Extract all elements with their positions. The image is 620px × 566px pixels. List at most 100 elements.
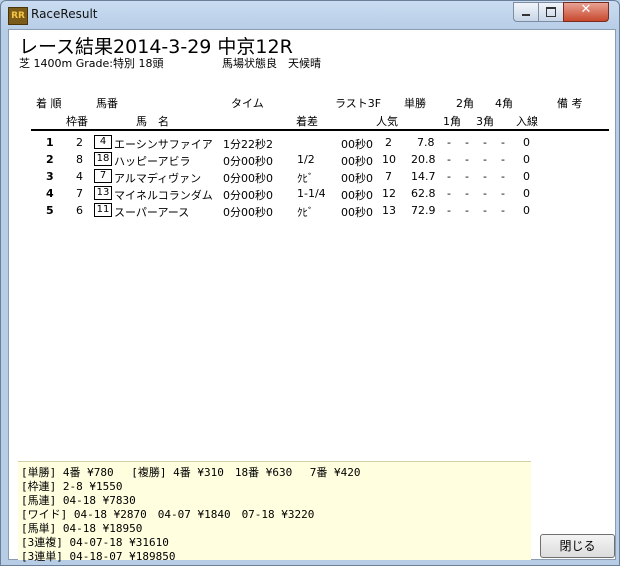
minimize-button[interactable] xyxy=(513,2,539,22)
corner-3: - xyxy=(483,136,487,149)
place: 5 xyxy=(46,204,54,217)
corner-4: - xyxy=(501,153,505,166)
minimize-icon xyxy=(522,14,530,16)
corner-1: - xyxy=(447,170,451,183)
popularity: 2 xyxy=(385,136,392,149)
horse-number-box: 4 xyxy=(94,135,112,149)
margin: ｸﾋﾞ xyxy=(297,172,314,185)
corner-3: - xyxy=(483,153,487,166)
horse-name: ハッピーアビラ xyxy=(114,155,191,168)
header-corner4: 4角 xyxy=(495,97,513,110)
header-win: 単勝 xyxy=(404,97,426,110)
margin: ｸﾋﾞ xyxy=(297,206,314,219)
finish-time: 0分00秒0 xyxy=(223,189,273,202)
horse-number-box: 18 xyxy=(94,152,112,166)
finish-position: 0 xyxy=(523,153,530,166)
header-finish: 入線 xyxy=(516,115,538,128)
popularity: 10 xyxy=(382,153,396,166)
header-margin: 着差 xyxy=(296,115,318,128)
header-corner1: 1角 xyxy=(443,115,461,128)
win-odds: 14.7 xyxy=(411,170,436,183)
race-conditions: 馬場状態良 天候晴 xyxy=(222,57,321,70)
corner-3: - xyxy=(483,204,487,217)
corner-1: - xyxy=(447,153,451,166)
header-popularity: 人気 xyxy=(376,115,398,128)
horse-name: スーパーアース xyxy=(114,206,190,219)
corner-2: - xyxy=(465,187,469,200)
horse-name: マイネルコランダム xyxy=(114,189,213,202)
result-row[interactable]: 2 8 18 ハッピーアビラ 0分00秒0 1/2 00秒0 10 20.8 -… xyxy=(9,151,615,168)
race-result-window: RR RaceResult ✕ レース結果2014-3-29 中京12R 芝 1… xyxy=(0,0,620,566)
header-divider xyxy=(31,129,609,131)
frame-number: 4 xyxy=(76,170,83,183)
payout-trifecta: [3連単] 04-18-07 ¥189850 xyxy=(21,550,176,563)
result-row[interactable]: 5 6 11 スーパーアース 0分00秒0 ｸﾋﾞ 00秒0 13 72.9 -… xyxy=(9,202,615,219)
horse-name: アルマディヴァン xyxy=(114,172,202,185)
win-odds: 7.8 xyxy=(417,136,435,149)
horse-number-box: 7 xyxy=(94,169,112,183)
corner-2: - xyxy=(465,153,469,166)
corner-1: - xyxy=(447,204,451,217)
title-bar[interactable]: RR RaceResult ✕ xyxy=(1,1,619,29)
corner-3: - xyxy=(483,170,487,183)
close-icon: ✕ xyxy=(580,2,592,17)
corner-1: - xyxy=(447,136,451,149)
corner-4: - xyxy=(501,136,505,149)
frame-number: 7 xyxy=(76,187,83,200)
finish-time: 0分00秒0 xyxy=(223,206,273,219)
frame-number: 8 xyxy=(76,153,83,166)
header-frame: 枠番 xyxy=(66,115,88,128)
maximize-button[interactable] xyxy=(538,2,564,22)
place: 1 xyxy=(46,136,54,149)
win-odds: 62.8 xyxy=(411,187,436,200)
maximize-icon xyxy=(546,7,556,17)
header-horse-name: 馬 名 xyxy=(136,115,169,128)
popularity: 13 xyxy=(382,204,396,217)
close-button[interactable]: 閉じる xyxy=(540,534,615,558)
popularity: 7 xyxy=(385,170,392,183)
corner-4: - xyxy=(501,187,505,200)
header-time: タイム xyxy=(231,97,264,110)
header-remarks: 備 考 xyxy=(557,97,583,110)
header-place: 着 順 xyxy=(36,97,62,110)
finish-position: 0 xyxy=(523,204,530,217)
frame-number: 2 xyxy=(76,136,83,149)
header-corner2: 2角 xyxy=(456,97,474,110)
place: 4 xyxy=(46,187,54,200)
app-icon: RR xyxy=(8,7,28,25)
finish-time: 0分00秒0 xyxy=(223,172,273,185)
last-3f: 00秒0 xyxy=(341,138,373,151)
finish-time: 0分00秒0 xyxy=(223,155,273,168)
result-row[interactable]: 3 4 7 アルマディヴァン 0分00秒0 ｸﾋﾞ 00秒0 7 14.7 - … xyxy=(9,168,615,185)
corner-4: - xyxy=(501,204,505,217)
finish-time: 1分22秒2 xyxy=(223,138,273,151)
result-row[interactable]: 4 7 13 マイネルコランダム 0分00秒0 1-1/4 00秒0 12 62… xyxy=(9,185,615,202)
corner-2: - xyxy=(465,204,469,217)
corner-2: - xyxy=(465,170,469,183)
corner-1: - xyxy=(447,187,451,200)
window-title: RaceResult xyxy=(31,7,98,21)
header-last3f: ラスト3F xyxy=(335,97,382,110)
client-area: レース結果2014-3-29 中京12R 芝 1400m Grade:特別 18… xyxy=(8,29,616,563)
margin: 1-1/4 xyxy=(297,187,326,200)
corner-2: - xyxy=(465,136,469,149)
frame-number: 6 xyxy=(76,204,83,217)
horse-number-box: 13 xyxy=(94,186,112,200)
place: 3 xyxy=(46,170,54,183)
last-3f: 00秒0 xyxy=(341,206,373,219)
margin: 1/2 xyxy=(297,153,315,166)
payout-panel: [単勝] 4番 ¥780 [複勝] 4番 ¥310 18番 ¥630 7番 ¥4… xyxy=(18,461,531,563)
window-close-button[interactable]: ✕ xyxy=(563,2,609,22)
last-3f: 00秒0 xyxy=(341,172,373,185)
corner-3: - xyxy=(483,187,487,200)
finish-position: 0 xyxy=(523,136,530,149)
race-subtitle: 芝 1400m Grade:特別 18頭 xyxy=(19,57,164,70)
horse-name: エーシンサファイア xyxy=(114,138,213,151)
last-3f: 00秒0 xyxy=(341,155,373,168)
finish-position: 0 xyxy=(523,187,530,200)
place: 2 xyxy=(46,153,54,166)
win-odds: 72.9 xyxy=(411,204,436,217)
result-row[interactable]: 1 2 4 エーシンサファイア 1分22秒2 00秒0 2 7.8 - - - … xyxy=(9,134,615,151)
popularity: 12 xyxy=(382,187,396,200)
corner-4: - xyxy=(501,170,505,183)
